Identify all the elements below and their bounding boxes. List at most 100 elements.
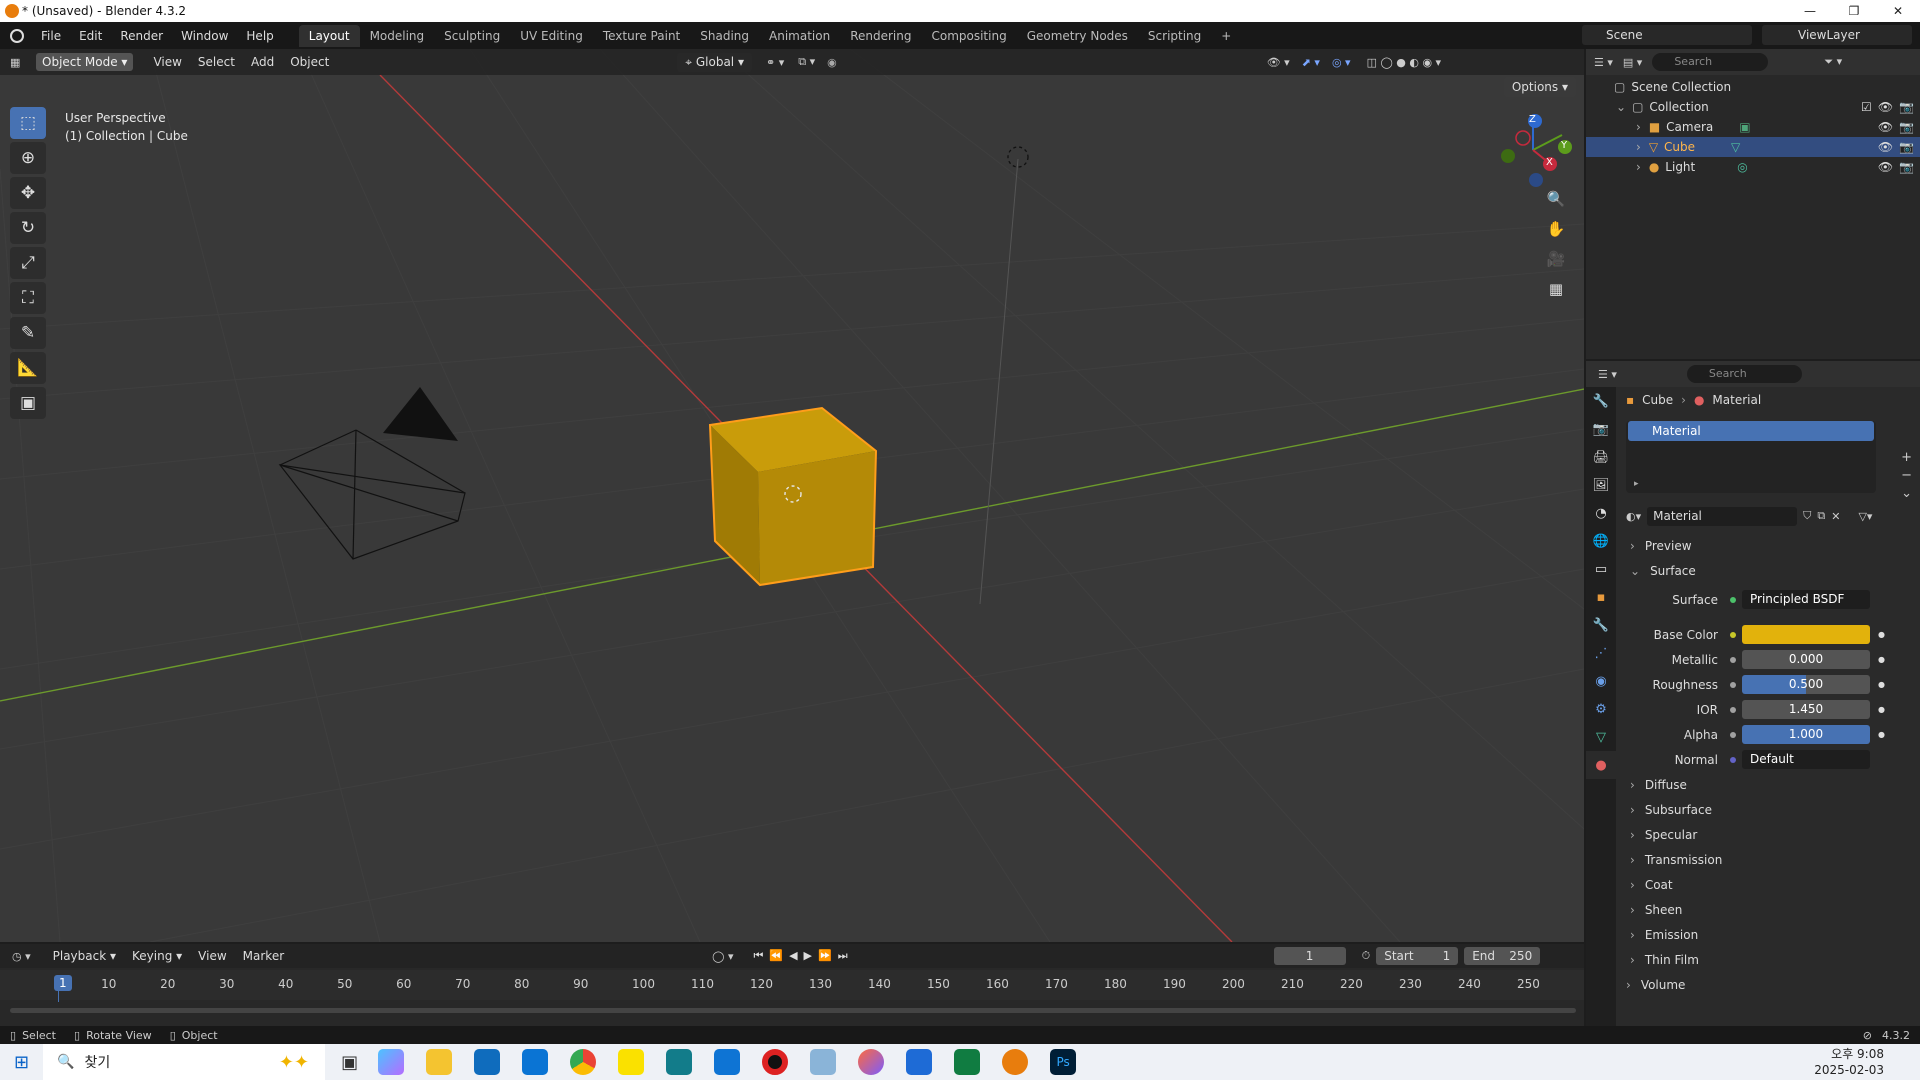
eye-icon[interactable]: 👁 (1878, 100, 1893, 114)
clock[interactable]: 오후 9:08 2025-02-03 (1814, 1046, 1884, 1078)
marker-menu[interactable]: Marker (235, 949, 292, 963)
eye-icon[interactable]: 👁 (1878, 160, 1893, 174)
current-frame-field[interactable]: 1 (1273, 947, 1346, 965)
eye-icon[interactable]: 👁 (1878, 140, 1893, 154)
photoshop-icon[interactable]: Ps (1050, 1049, 1077, 1075)
editor-type-icon[interactable]: ▦ (10, 56, 36, 69)
base-color-swatch[interactable] (1742, 625, 1870, 644)
tab-rendering[interactable]: Rendering (840, 25, 921, 47)
node-filter-icon[interactable]: ▽▾ (1858, 510, 1872, 523)
keyframe-dot-icon[interactable]: ● (1878, 655, 1885, 664)
menu-help[interactable]: Help (237, 29, 282, 43)
collection-row[interactable]: ⌄ ▢ Collection ☑ 👁 📷 (1586, 97, 1920, 117)
color-socket-icon[interactable] (1730, 631, 1736, 638)
tab-sculpting[interactable]: Sculpting (434, 25, 510, 47)
section-sheen[interactable]: › Sheen (1618, 897, 1920, 922)
3d-viewport[interactable]: Z Y X ▦ Object Mode ▾ View Select Add Ob… (0, 49, 1584, 942)
viewport-menu-add[interactable]: Add (243, 55, 282, 69)
value-socket-icon[interactable] (1730, 656, 1736, 663)
section-specular[interactable]: › Specular (1618, 822, 1920, 847)
alpha-slider[interactable]: 1.000 (1742, 725, 1870, 744)
auto-keying-icon[interactable]: ◯ ▾ (712, 950, 733, 963)
timeline-view-menu[interactable]: View (190, 949, 234, 963)
material-slot[interactable]: Material (1628, 421, 1874, 441)
material-tab-icon[interactable]: ● (1586, 751, 1616, 779)
section-surface[interactable]: ⌄ Surface (1618, 558, 1920, 583)
preview-range-icon[interactable]: ⏱ (1362, 949, 1371, 963)
collection-tab-icon[interactable]: ▭ (1586, 555, 1616, 583)
material-slots-list[interactable]: Material ▸ (1626, 421, 1876, 493)
pan-hand-icon[interactable]: ✋ (1542, 215, 1570, 243)
viewport-menu-object[interactable]: Object (282, 55, 337, 69)
move-tool[interactable]: ✥ (10, 177, 46, 209)
file-explorer-icon[interactable] (426, 1049, 453, 1075)
options-dropdown[interactable]: Options ▾ (1503, 77, 1576, 97)
proportional-edit-icon[interactable]: ◉ (827, 56, 837, 69)
fake-user-icon[interactable]: ⛉ (1803, 509, 1811, 523)
start-frame-field[interactable]: Start 1 (1376, 947, 1459, 965)
tool-tab-icon[interactable]: 🔧 (1586, 387, 1616, 415)
exclude-checkbox[interactable]: ☑ (1861, 100, 1872, 114)
chevron-down-icon[interactable]: ⌄ (1616, 100, 1626, 114)
timeline-editor-icon[interactable]: ◷ ▾ (12, 950, 31, 963)
tab-layout[interactable]: Layout (298, 24, 360, 47)
add-cube-tool[interactable]: ▣ (10, 387, 46, 419)
normal-field[interactable]: Default (1742, 750, 1870, 769)
section-thin-film[interactable]: › Thin Film (1618, 947, 1920, 972)
visibility-icon[interactable]: 👁 ▾ (1267, 56, 1290, 69)
remove-slot-button[interactable]: − (1901, 467, 1912, 485)
scene-collection-row[interactable]: ▢ Scene Collection (1586, 77, 1920, 97)
camera-view-icon[interactable]: 🎥 (1542, 245, 1570, 273)
properties-editor-icon[interactable]: ☰ ▾ (1598, 368, 1617, 381)
blender-menu-icon[interactable] (10, 28, 24, 43)
value-socket-icon[interactable] (1730, 731, 1736, 738)
select-box-tool[interactable]: ⬚ (10, 107, 46, 139)
physics-tab-icon[interactable]: ◉ (1586, 667, 1616, 695)
calculator-icon[interactable] (666, 1049, 693, 1075)
scene-selector[interactable]: Scene (1582, 25, 1752, 45)
tab-animation[interactable]: Animation (759, 25, 840, 47)
task-view-icon[interactable]: ▣ (341, 1052, 358, 1073)
object-tab-icon[interactable]: ▪ (1586, 583, 1616, 611)
transform-tool[interactable]: ⛶ (10, 282, 46, 314)
expand-list-icon[interactable]: ▸ (1634, 479, 1639, 489)
camera-render-icon[interactable]: 📷 (1899, 120, 1914, 134)
outliner-item-cube[interactable]: › ▽ Cube ▽ 👁 📷 (1586, 137, 1920, 157)
scale-tool[interactable]: ⤢ (10, 247, 46, 279)
render-tab-icon[interactable]: 📷 (1586, 415, 1616, 443)
tab-scripting[interactable]: Scripting (1138, 25, 1211, 47)
add-slot-button[interactable]: + (1901, 449, 1912, 467)
maximize-button[interactable]: ❐ (1832, 0, 1876, 22)
keyframe-dot-icon[interactable]: ● (1878, 730, 1885, 739)
viewport-menu-select[interactable]: Select (190, 55, 243, 69)
display-mode-icon[interactable]: ▤ ▾ (1623, 56, 1642, 69)
roughness-slider[interactable]: 0.500 (1742, 675, 1870, 694)
constraints-tab-icon[interactable]: ⚙ (1586, 695, 1616, 723)
section-subsurface[interactable]: › Subsurface (1618, 797, 1920, 822)
measure-tool[interactable]: 📐 (10, 352, 46, 384)
mode-dropdown[interactable]: Object Mode ▾ (36, 53, 134, 71)
keyframe-dot-icon[interactable]: ● (1878, 630, 1885, 639)
chrome-icon[interactable] (570, 1049, 597, 1075)
tab-geometry-nodes[interactable]: Geometry Nodes (1017, 25, 1138, 47)
modifier-tab-icon[interactable]: 🔧 (1586, 611, 1616, 639)
add-workspace-button[interactable]: + (1211, 25, 1241, 47)
vector-socket-icon[interactable] (1730, 756, 1736, 763)
chevron-right-icon[interactable]: › (1636, 160, 1641, 174)
copilot-icon[interactable] (378, 1049, 405, 1075)
snap-icon[interactable]: ⧉ ▾ (798, 55, 815, 69)
store-icon[interactable] (474, 1049, 501, 1075)
tab-uv-editing[interactable]: UV Editing (510, 25, 593, 47)
ortho-grid-icon[interactable]: ▦ (1542, 275, 1570, 303)
timeline-scrollbar[interactable] (10, 1008, 1576, 1013)
zoom-icon[interactable]: 🔍 (1542, 185, 1570, 213)
section-transmission[interactable]: › Transmission (1618, 847, 1920, 872)
menu-file[interactable]: File (32, 29, 70, 43)
overlay-toggle-icon[interactable]: ◎ ▾ (1332, 56, 1351, 69)
excel-icon[interactable] (954, 1049, 981, 1075)
recorder-icon[interactable] (762, 1049, 789, 1075)
windows-start-icon[interactable]: ⊞ (14, 1052, 29, 1073)
annotate-tool[interactable]: ✎ (10, 317, 46, 349)
duplicate-icon[interactable]: ⧉ (1817, 509, 1825, 523)
outlook-icon[interactable] (522, 1049, 549, 1075)
